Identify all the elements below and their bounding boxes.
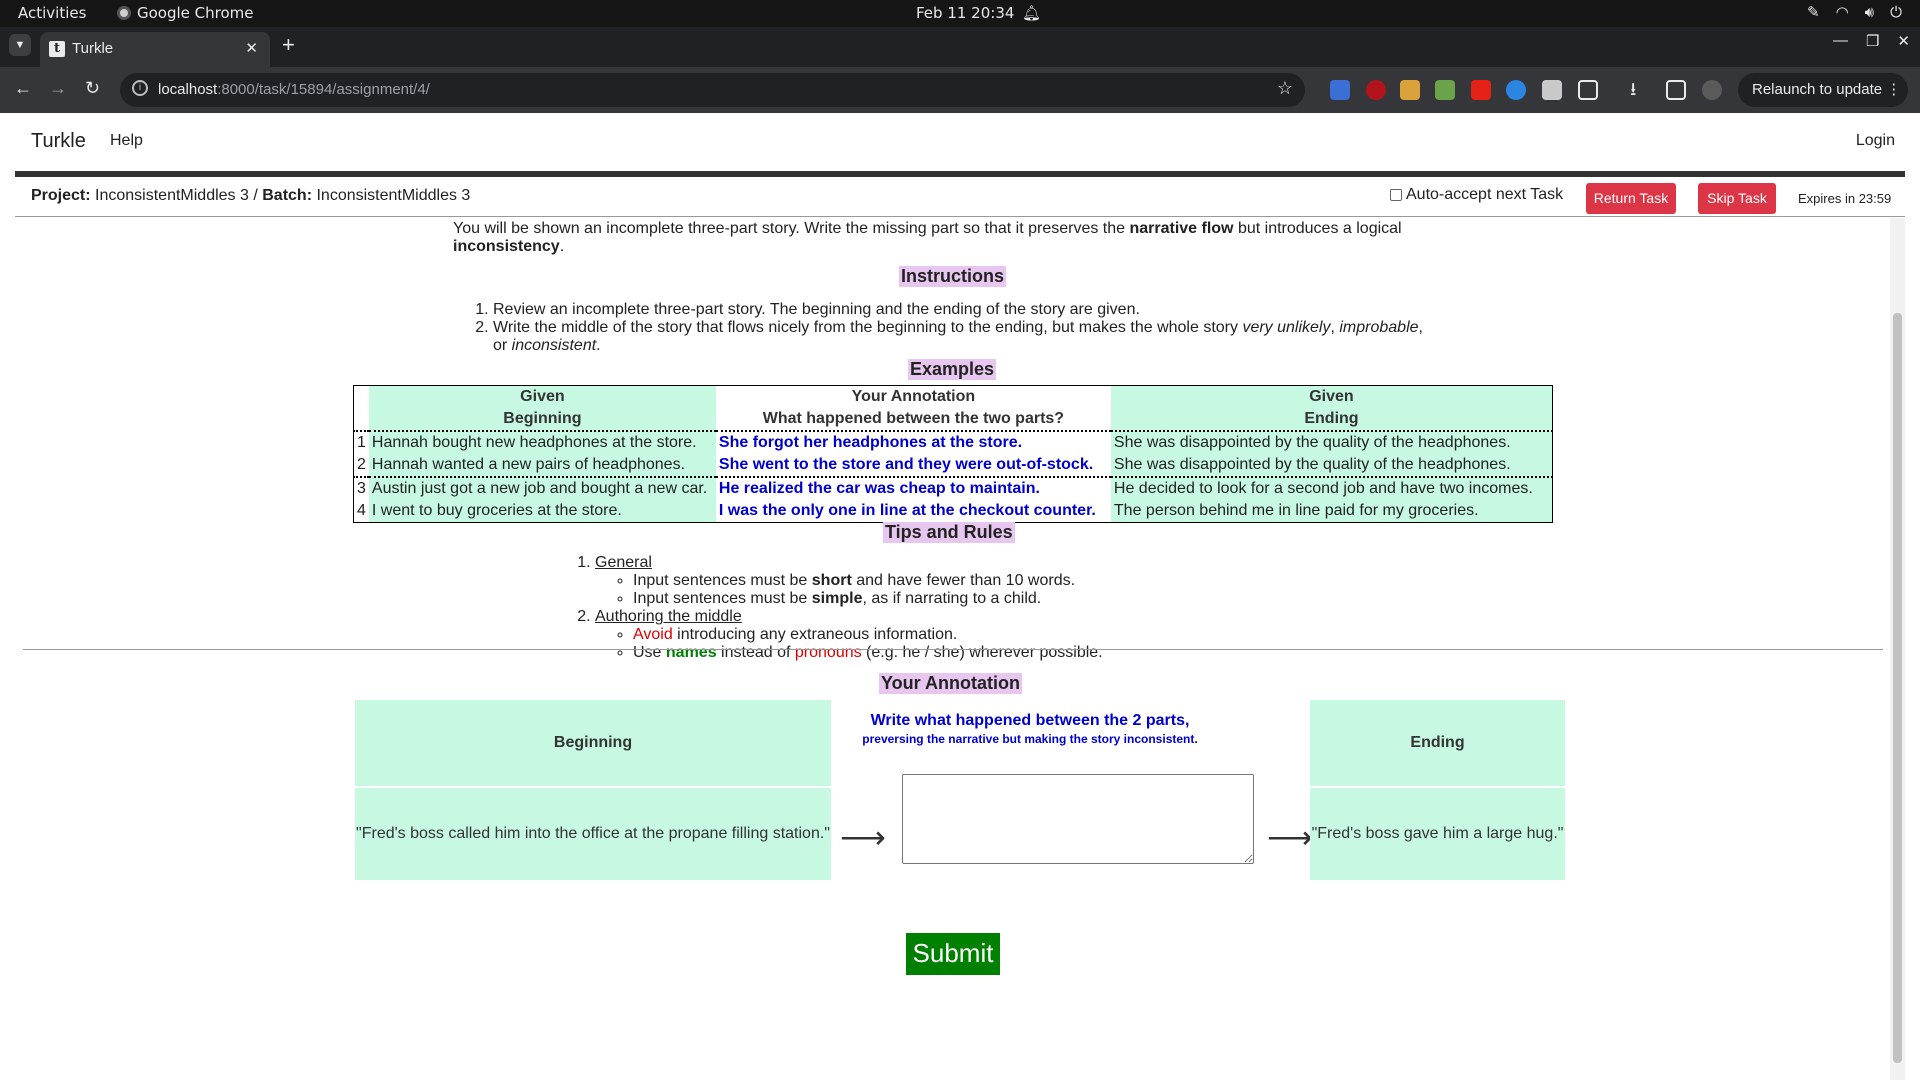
- url-text[interactable]: localhost:8000/task/15894/assignment/4/: [158, 81, 430, 98]
- side-panel-icon[interactable]: [1666, 80, 1686, 100]
- app-menu[interactable]: Google Chrome: [117, 4, 254, 22]
- web-page: Turkle Help Login Project: InconsistentM…: [0, 113, 1920, 1080]
- page-icon[interactable]: [1542, 80, 1562, 100]
- close-window-icon[interactable]: ✕: [1897, 32, 1910, 50]
- list-item: General Input sentences must be short an…: [595, 554, 1455, 608]
- tab-turkle[interactable]: t Turkle ✕: [40, 32, 270, 67]
- col-header: Your Annotation: [851, 388, 976, 405]
- table-row: 4 I went to buy groceries at the store. …: [354, 500, 1553, 523]
- table-header-row: Given Your Annotation Given: [354, 385, 1553, 408]
- col-header: What happened between the two parts?: [715, 408, 1111, 432]
- back-arrow-icon[interactable]: ←: [14, 78, 32, 99]
- list-item: Write the middle of the story that flows…: [493, 319, 1433, 355]
- examples-heading: Examples: [908, 359, 997, 380]
- table-row: 3 Austin just got a new job and bought a…: [354, 477, 1553, 500]
- col-header: Ending: [1110, 408, 1553, 432]
- your-annotation-heading: Your Annotation: [879, 673, 1022, 694]
- wifi-icon: ◠: [1835, 3, 1849, 21]
- divider: [23, 649, 1883, 650]
- beginning-header: Beginning: [355, 700, 831, 786]
- skip-task-button[interactable]: Skip Task: [1698, 183, 1776, 214]
- instructions-list: Review an incomplete three-part story. T…: [453, 301, 1433, 355]
- clock[interactable]: Feb 11 20:34: [916, 4, 1014, 22]
- instructions-heading: Instructions: [899, 266, 1007, 287]
- volume-icon: 🔊︎: [1864, 3, 1875, 21]
- project-bar: Project: InconsistentMiddles 3 / Batch: …: [15, 177, 1905, 217]
- arrow-right-icon: ⟶: [1267, 819, 1313, 855]
- tab-search-chevron-icon[interactable]: ▼: [9, 34, 31, 56]
- beginning-text: "Fred's boss called him into the office …: [355, 788, 831, 880]
- examples-table: Given Your Annotation Given Beginning Wh…: [353, 385, 1553, 523]
- system-tray[interactable]: ✎ ◠ 🔊︎ ⏻: [1807, 3, 1902, 21]
- restore-icon[interactable]: ❐: [1866, 32, 1879, 50]
- puzzle-icon[interactable]: [1578, 80, 1598, 100]
- scrollbar[interactable]: [1890, 218, 1905, 1080]
- more-vert-icon[interactable]: ⋮: [1886, 81, 1901, 98]
- tips-heading: Tips and Rules: [883, 522, 1015, 543]
- extension-icon[interactable]: [1400, 80, 1420, 100]
- extension-icon[interactable]: [1330, 80, 1350, 100]
- pen-icon: ✎: [1807, 3, 1820, 21]
- tab-bar: ▼ t Turkle ✕ + — ❐ ✕: [0, 27, 1920, 67]
- col-header: Given: [368, 385, 716, 408]
- scrollbar-thumb[interactable]: [1893, 313, 1902, 1063]
- list-item: Review an incomplete three-part story. T…: [493, 301, 1433, 319]
- youtube-icon[interactable]: [1471, 80, 1491, 100]
- table-header-row: Beginning What happened between the two …: [353, 408, 1553, 432]
- list-item: Avoid introducing any extraneous informa…: [633, 626, 1455, 644]
- middle-answer-textarea[interactable]: [902, 774, 1254, 864]
- col-header: Given: [1110, 385, 1553, 408]
- minimize-icon[interactable]: —: [1833, 32, 1848, 50]
- bookmark-star-icon[interactable]: ☆: [1277, 78, 1293, 99]
- return-task-button[interactable]: Return Task: [1586, 183, 1676, 214]
- tab-title: Turkle: [72, 40, 114, 57]
- forward-arrow-icon[interactable]: →: [49, 78, 67, 99]
- table-row: 1 Hannah bought new headphones at the st…: [354, 431, 1553, 454]
- expires-timer: Expires in 23:59: [1798, 191, 1892, 206]
- help-link[interactable]: Help: [110, 132, 143, 150]
- tips-list: General Input sentences must be short an…: [555, 554, 1455, 662]
- list-item: Input sentences must be short and have f…: [633, 572, 1455, 590]
- arrow-right-icon: ⟶: [840, 819, 886, 855]
- window-controls: — ❐ ✕: [1833, 32, 1910, 50]
- list-item: Use names instead of pronouns (e.g. he /…: [633, 644, 1455, 662]
- list-item: Input sentences must be simple, as if na…: [633, 590, 1455, 608]
- site-info-icon[interactable]: i: [132, 80, 148, 96]
- turkle-favicon-icon: t: [49, 41, 65, 57]
- close-tab-icon[interactable]: ✕: [245, 39, 258, 57]
- chrome-icon: [117, 6, 131, 20]
- activities-button[interactable]: Activities: [18, 4, 86, 22]
- table-row: 2 Hannah wanted a new pairs of headphone…: [353, 454, 1553, 478]
- extension-icon[interactable]: [1506, 80, 1526, 100]
- app-name: Google Chrome: [137, 4, 254, 22]
- login-link[interactable]: Login: [1856, 132, 1895, 150]
- submit-button[interactable]: Submit: [906, 933, 1000, 975]
- address-bar[interactable]: i localhost:8000/task/15894/assignment/4…: [120, 73, 1305, 107]
- ending-header: Ending: [1310, 700, 1565, 786]
- col-header: Beginning: [368, 408, 716, 432]
- new-tab-plus-icon[interactable]: +: [282, 32, 295, 58]
- checkbox[interactable]: [1390, 189, 1402, 201]
- extension-icon[interactable]: [1435, 80, 1455, 100]
- power-icon: ⏻: [1890, 3, 1902, 21]
- ending-text: "Fred's boss gave him a large hug.": [1310, 788, 1565, 880]
- browser-toolbar: ← → ↻ i localhost:8000/task/15894/assign…: [0, 67, 1920, 113]
- reload-icon[interactable]: ↻: [85, 78, 100, 99]
- site-navbar: Turkle Help Login: [15, 113, 1905, 171]
- download-icon[interactable]: ⭳: [1630, 77, 1650, 99]
- write-prompt: Write what happened between the 2 parts,…: [862, 712, 1198, 746]
- ublock-icon[interactable]: [1366, 80, 1386, 100]
- bell-icon: 🔔︎: [1022, 4, 1042, 22]
- relaunch-button[interactable]: Relaunch to update ⋮: [1738, 73, 1908, 107]
- auto-accept-checkbox[interactable]: Auto-accept next Task: [1390, 186, 1563, 204]
- profile-avatar-icon[interactable]: [1702, 80, 1722, 100]
- os-top-bar: Activities Google Chrome Feb 11 20:34 🔔︎…: [0, 0, 1920, 27]
- task-iframe: You will be shown an incomplete three-pa…: [15, 218, 1905, 1080]
- site-brand[interactable]: Turkle: [31, 130, 86, 153]
- list-item: Authoring the middle Avoid introducing a…: [595, 608, 1455, 662]
- project-info: Project: InconsistentMiddles 3 / Batch: …: [31, 187, 471, 204]
- intro-text: You will be shown an incomplete three-pa…: [453, 220, 1402, 255]
